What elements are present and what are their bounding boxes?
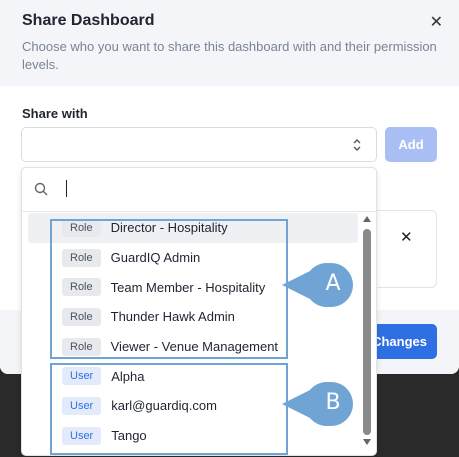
dropdown-scrollbar[interactable] — [361, 213, 373, 451]
annotation-box-a — [50, 219, 288, 359]
add-button[interactable]: Add — [385, 127, 437, 162]
scroll-up-arrow-icon[interactable] — [363, 215, 371, 223]
modal-header: Share Dashboard Choose who you want to s… — [0, 0, 459, 86]
text-cursor — [66, 180, 67, 197]
callout-label-b: B — [325, 390, 341, 415]
close-icon[interactable]: ✕ — [430, 12, 443, 32]
scroll-down-arrow-icon[interactable] — [363, 438, 371, 446]
share-with-select[interactable] — [21, 127, 377, 162]
modal-title: Share Dashboard — [22, 12, 155, 29]
scroll-thumb[interactable] — [363, 229, 371, 435]
modal-subtitle: Choose who you want to share this dashbo… — [22, 39, 437, 72]
dropdown-search[interactable] — [22, 168, 376, 212]
search-icon — [34, 182, 48, 196]
callout-a: A — [282, 262, 356, 308]
callout-b: B — [282, 381, 356, 427]
chevron-up-down-icon — [353, 139, 361, 151]
callout-label-a: A — [325, 271, 341, 296]
share-with-label: Share with — [22, 106, 88, 121]
annotation-box-b — [50, 363, 288, 455]
remove-entry-icon[interactable]: ✕ — [400, 228, 413, 246]
